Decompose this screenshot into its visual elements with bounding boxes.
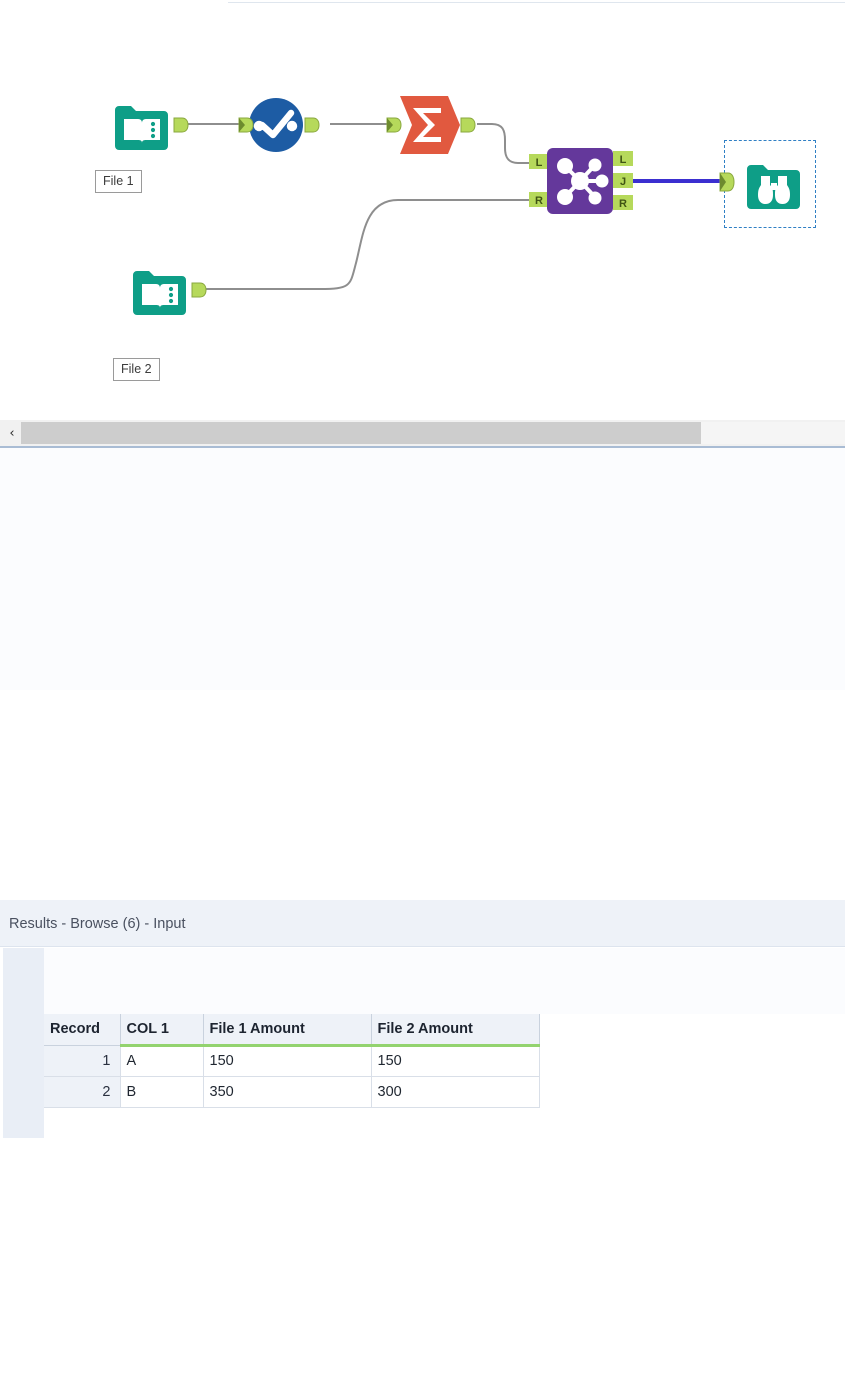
workflow-canvas[interactable]: File 1 L R L J R File 2: [0, 0, 845, 420]
column-header-col1[interactable]: COL 1: [120, 1014, 204, 1047]
cell-record: 1: [44, 1045, 121, 1077]
cell-file1-amount[interactable]: 350: [203, 1076, 372, 1108]
sigma-icon: [400, 96, 460, 154]
svg-text:R: R: [535, 195, 543, 207]
cell-col1[interactable]: A: [120, 1045, 204, 1077]
cell-file1-amount[interactable]: 150: [203, 1045, 372, 1077]
data-table: Record COL 1 File 1 Amount File 2 Amount…: [44, 1014, 540, 1108]
table-row[interactable]: 1 A 150 150: [44, 1045, 540, 1077]
table-header-row: Record COL 1 File 1 Amount File 2 Amount: [44, 1014, 540, 1047]
node-summarize-tool[interactable]: [386, 92, 476, 163]
output-port[interactable]: [304, 116, 320, 134]
cell-file2-amount[interactable]: 300: [371, 1076, 540, 1108]
node-browse-tool[interactable]: [719, 140, 816, 228]
output-port[interactable]: [173, 116, 189, 134]
svg-text:R: R: [619, 198, 627, 210]
svg-text:L: L: [536, 157, 543, 169]
output-port[interactable]: [191, 281, 207, 299]
book-folder-icon: [133, 271, 186, 315]
join-output-port-r[interactable]: R: [613, 195, 633, 210]
collapse-chevron-icon[interactable]: ‹: [3, 420, 21, 446]
node-file1-input[interactable]: [111, 96, 189, 159]
column-header-file1-amount[interactable]: File 1 Amount: [203, 1014, 372, 1047]
join-output-port-j[interactable]: J: [613, 173, 633, 188]
column-header-file2-amount[interactable]: File 2 Amount: [371, 1014, 540, 1047]
cell-record: 2: [44, 1076, 121, 1108]
results-toolbar: 3 of 3 Fields 2 records displayed, 1251 …: [44, 948, 845, 1014]
results-icon-rail: [3, 948, 44, 1138]
input-port[interactable]: [719, 171, 735, 193]
binoculars-icon: [747, 165, 800, 209]
join-input-port-r[interactable]: R: [529, 192, 549, 207]
select-check-icon: [249, 98, 303, 152]
input-port[interactable]: [386, 116, 402, 134]
results-panel: Results - Browse (6) - Input 3 of 3 Fiel…: [0, 448, 845, 1138]
svg-text:J: J: [620, 176, 626, 188]
cell-col1[interactable]: B: [120, 1076, 204, 1108]
join-hub-icon: [547, 148, 613, 214]
output-port[interactable]: [460, 116, 476, 134]
book-folder-icon: [115, 106, 168, 150]
results-title: Results - Browse (6) - Input: [9, 916, 186, 932]
input-port[interactable]: [238, 116, 254, 134]
node-label-file1: File 1: [95, 170, 142, 193]
node-select-tool[interactable]: [238, 96, 320, 159]
connector-file2-join-r[interactable]: [202, 199, 530, 290]
node-file2-input[interactable]: [129, 261, 207, 324]
connector-summarize-join-l[interactable]: [477, 123, 530, 164]
join-input-port-l[interactable]: L: [529, 154, 549, 169]
connector-layer: [186, 123, 722, 290]
cell-file2-amount[interactable]: 150: [371, 1045, 540, 1077]
node-label-file2: File 2: [113, 358, 160, 381]
results-data-grid[interactable]: Record COL 1 File 1 Amount File 2 Amount…: [44, 1014, 845, 1138]
table-row[interactable]: 2 B 350 300: [44, 1076, 540, 1108]
join-output-port-l[interactable]: L: [613, 151, 633, 166]
column-header-record[interactable]: Record: [44, 1014, 121, 1046]
svg-text:L: L: [620, 154, 627, 166]
canvas-hscrollbar-thumb[interactable]: [21, 422, 701, 444]
